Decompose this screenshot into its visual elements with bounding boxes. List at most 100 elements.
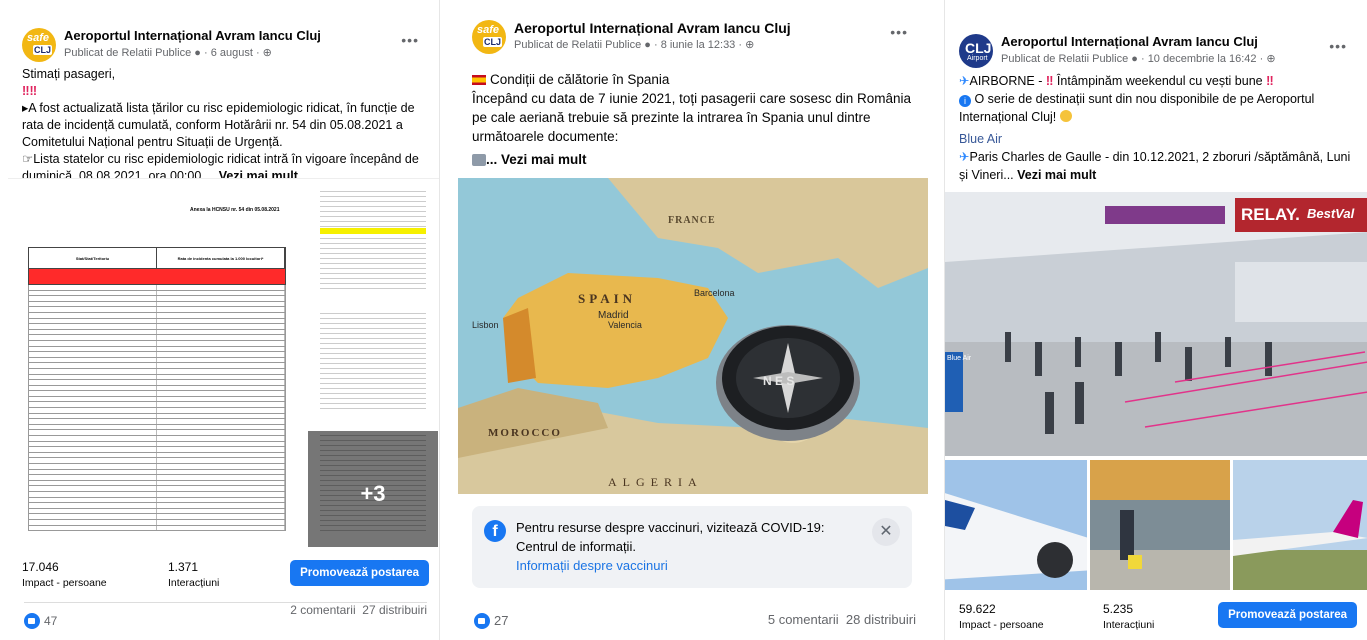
document-photo[interactable]: Anexa la HCNSU nr. 54 din 05.08.2021 Sta… bbox=[10, 185, 302, 547]
table-row bbox=[320, 218, 426, 222]
more-photos-count: +3 bbox=[360, 481, 386, 506]
post-date[interactable]: 6 august bbox=[211, 47, 253, 59]
table-row bbox=[320, 208, 426, 212]
more-options-icon[interactable]: ••• bbox=[890, 24, 908, 40]
table-row bbox=[320, 437, 426, 441]
table-row bbox=[320, 462, 426, 466]
bestval-sign: BestVal bbox=[1307, 206, 1355, 221]
airplane-icon: ✈ bbox=[959, 150, 970, 164]
table-row bbox=[320, 340, 426, 344]
post-photo-map[interactable]: N E S FRANCE SPAIN Madrid Barcelona Vale… bbox=[458, 178, 928, 494]
table-row bbox=[28, 525, 286, 532]
shares-count[interactable]: 28 distribuiri bbox=[846, 612, 916, 627]
post-header: CLJ Airport Aeroportul Internațional Avr… bbox=[959, 34, 1357, 74]
close-icon[interactable]: ✕ bbox=[872, 518, 900, 546]
page-name[interactable]: Aeroportul Internațional Avram Iancu Clu… bbox=[514, 20, 791, 36]
plane-photo bbox=[1233, 460, 1367, 590]
airplane-icon: ✈ bbox=[959, 74, 970, 88]
page-avatar[interactable]: safe CLJ bbox=[472, 20, 506, 54]
author-name[interactable]: Publicat de Relatii Publice bbox=[1001, 53, 1128, 65]
like-count[interactable]: 27 bbox=[494, 613, 508, 628]
author-badge-icon: ● bbox=[644, 39, 651, 51]
table-row bbox=[320, 265, 426, 269]
covid-info-box: f Pentru resurse despre vaccinuri, vizit… bbox=[472, 506, 912, 588]
post-date[interactable]: 8 iunie la 12:33 bbox=[661, 39, 736, 51]
pointing-hand-icon: ☞ bbox=[22, 152, 34, 166]
gate-photo bbox=[1090, 460, 1230, 590]
table-row bbox=[320, 228, 426, 234]
author-badge-icon: ● bbox=[194, 47, 201, 59]
airline-name: Blue Air bbox=[959, 132, 1003, 146]
like-icon[interactable] bbox=[474, 612, 490, 629]
map-label-algeria: ALGERIA bbox=[608, 475, 703, 489]
author-name[interactable]: Publicat de Relatii Publice bbox=[514, 39, 641, 51]
table-row bbox=[320, 432, 426, 436]
table-row bbox=[320, 390, 426, 394]
table-row bbox=[320, 355, 426, 359]
document-thumbnail-more[interactable]: +3 bbox=[308, 431, 438, 547]
page-name[interactable]: Aeroportul Internațional Avram Iancu Clu… bbox=[1001, 34, 1258, 49]
comments-count[interactable]: 5 comentarii bbox=[768, 612, 839, 627]
map-label-france: FRANCE bbox=[668, 215, 716, 226]
post-text: Condiții de călătorie în Spania Începând… bbox=[472, 70, 920, 169]
table-row bbox=[320, 223, 426, 227]
greeting: Stimați pasageri, bbox=[22, 67, 116, 81]
post-date[interactable]: 10 decembrie la 16:42 bbox=[1148, 53, 1257, 65]
covid-info-text: Pentru resurse despre vaccinuri, vizitea… bbox=[516, 520, 825, 554]
page-avatar[interactable]: CLJ Airport bbox=[959, 34, 993, 68]
comments-count[interactable]: 2 comentarii bbox=[290, 603, 355, 617]
table-row bbox=[320, 270, 426, 274]
map-label-lisbon: Lisbon bbox=[472, 320, 499, 330]
post-insights: 59.622 Impact - persoane 5.235 Interacțiun… bbox=[959, 602, 1357, 640]
vaccine-info-link[interactable]: Informații despre vaccinuri bbox=[516, 558, 668, 573]
shares-count[interactable]: 27 distribuiri bbox=[362, 603, 427, 617]
table-row bbox=[320, 380, 426, 384]
table-row bbox=[320, 198, 426, 202]
photo-wizz-plane[interactable] bbox=[1233, 460, 1367, 590]
page-name[interactable]: Aeroportul Internațional Avram Iancu Clu… bbox=[64, 28, 321, 43]
post-insights: 17.046 Impact - persoane 1.371 Interacțiun… bbox=[22, 560, 429, 600]
photo-plane-nose[interactable] bbox=[945, 460, 1087, 590]
table-row bbox=[320, 330, 426, 334]
engagement-stat: 5.235 Interacțiuni bbox=[1103, 602, 1155, 631]
table-row bbox=[320, 255, 426, 259]
promote-post-button[interactable]: Promovează postarea bbox=[290, 560, 429, 586]
author-name[interactable]: Publicat de Relatii Publice bbox=[64, 47, 191, 59]
see-more-link[interactable]: ... Vezi mai mult bbox=[486, 152, 587, 167]
more-options-icon[interactable]: ••• bbox=[1329, 38, 1347, 54]
promote-post-button[interactable]: Promovează postarea bbox=[1218, 602, 1357, 628]
table-row bbox=[320, 370, 426, 374]
like-icon[interactable] bbox=[24, 613, 40, 629]
photo-gate-passenger[interactable] bbox=[1090, 460, 1230, 590]
table-row bbox=[320, 285, 426, 289]
route-line: ✈Paris Charles de Gaulle - din 10.12.202… bbox=[959, 150, 1351, 182]
page-avatar[interactable]: safe CLJ bbox=[22, 28, 56, 62]
engagement-stat: 1.371 Interacțiuni bbox=[168, 560, 220, 589]
post-photo-grid[interactable]: Anexa la HCNSU nr. 54 din 05.08.2021 Sta… bbox=[8, 178, 439, 550]
table-row bbox=[320, 400, 426, 404]
table-row bbox=[320, 522, 426, 526]
terminal-photo[interactable]: RELAY. BestVal Blue Air bbox=[945, 192, 1367, 456]
table-row bbox=[320, 345, 426, 349]
blueair-sign: Blue Air bbox=[947, 355, 972, 362]
more-options-icon[interactable]: ••• bbox=[401, 32, 419, 48]
table-row bbox=[320, 350, 426, 354]
reach-stat: 59.622 Impact - persoane bbox=[959, 602, 1044, 631]
table-row bbox=[320, 385, 426, 389]
arrow-right-icon bbox=[472, 154, 486, 166]
document-table: Stat/Stat/Teritoriu Rata de incidenta cum… bbox=[28, 247, 286, 532]
table-row bbox=[320, 375, 426, 379]
post-card-3: CLJ Airport Aeroportul Internațional Avr… bbox=[944, 0, 1367, 640]
post-paragraph: ▸A fost actualizată lista țărilor cu ris… bbox=[22, 101, 415, 149]
document-thumbnail[interactable] bbox=[308, 309, 438, 427]
table-row bbox=[320, 250, 426, 254]
spain-flag-icon bbox=[472, 75, 486, 85]
document-thumbnail[interactable] bbox=[308, 187, 438, 303]
post-header: safe CLJ Aeroportul Internațional Avram … bbox=[22, 28, 429, 68]
table-row bbox=[320, 507, 426, 511]
table-row bbox=[320, 472, 426, 476]
see-more-link[interactable]: Vezi mai mult bbox=[1017, 168, 1096, 182]
like-count[interactable]: 47 bbox=[44, 614, 57, 628]
table-row bbox=[320, 188, 426, 192]
table-row bbox=[320, 315, 426, 319]
